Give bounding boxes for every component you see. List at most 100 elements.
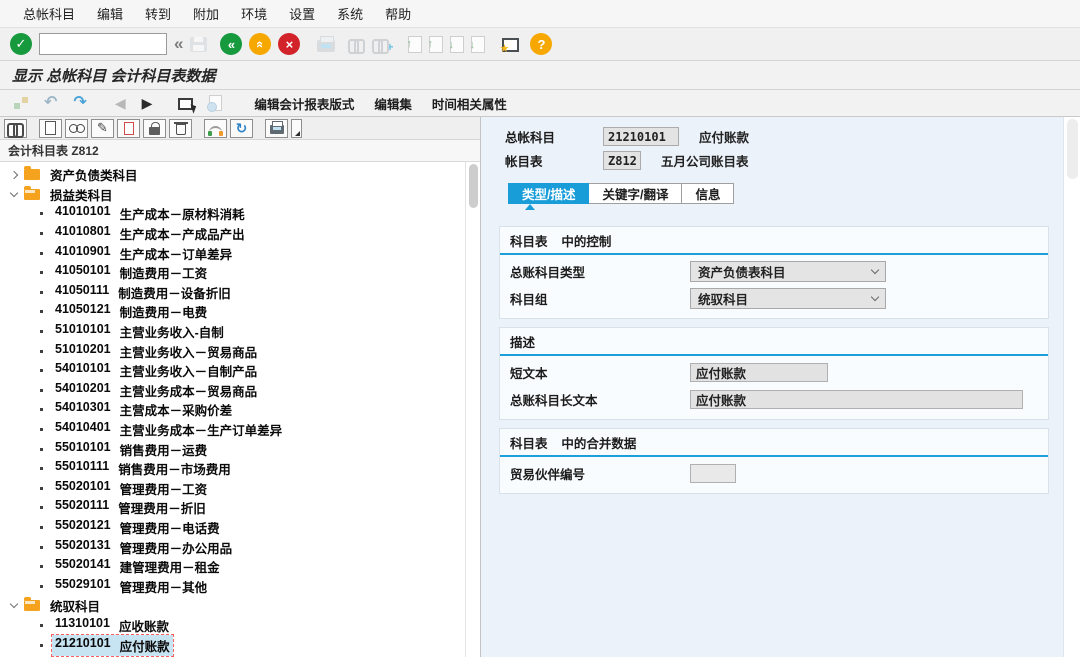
tree-node[interactable]: 统驭科目 bbox=[0, 596, 480, 616]
next-account-icon[interactable]: ▶ bbox=[142, 96, 153, 110]
tree-find-button[interactable] bbox=[4, 119, 27, 138]
tree-node[interactable]: 损益类科目 bbox=[0, 185, 480, 205]
scrollbar-thumb[interactable] bbox=[1067, 119, 1078, 179]
tree-node[interactable]: 55020131 管理费用－办公用品 bbox=[0, 537, 480, 557]
long-text-field[interactable]: 应付账款 bbox=[690, 390, 1023, 409]
gl-account-field[interactable]: 21210101 bbox=[603, 127, 679, 146]
tree-node[interactable]: 41010101 生产成本－原材料消耗 bbox=[0, 204, 480, 224]
cancel-icon[interactable]: × bbox=[278, 33, 300, 55]
save-icon[interactable] bbox=[190, 37, 207, 52]
change-button[interactable]: ✎ bbox=[91, 119, 114, 138]
bullet-icon bbox=[40, 212, 43, 215]
chevron-glyph bbox=[10, 600, 18, 608]
tree-node[interactable]: 41050121 制造费用－电费 bbox=[0, 302, 480, 322]
account-code: 51010101 bbox=[55, 322, 111, 341]
tree-node[interactable]: 55010111 销售费用－市场费用 bbox=[0, 459, 480, 479]
new-session-icon[interactable]: ★ bbox=[502, 38, 519, 52]
menu-item[interactable]: 转到 bbox=[134, 4, 182, 23]
select-value: 统驭科目 bbox=[698, 289, 748, 308]
tree-node[interactable]: 54010301 主营成本－采购价差 bbox=[0, 400, 480, 420]
first-page-icon[interactable]: ↑ bbox=[408, 36, 422, 53]
exit-chevron: « bbox=[253, 40, 268, 47]
enter-icon[interactable]: ✓ bbox=[10, 33, 32, 55]
tree-toolbar: ✎ ↻ bbox=[0, 117, 480, 140]
tree-node[interactable]: 41050111 制造费用－设备折旧 bbox=[0, 283, 480, 303]
menu-item[interactable]: 总帐科目 bbox=[12, 4, 86, 23]
chevron-glyph bbox=[10, 171, 18, 179]
tree-node[interactable]: 41010801 生产成本－产成品产出 bbox=[0, 224, 480, 244]
tree-node[interactable]: 55020121 管理费用－电话费 bbox=[0, 518, 480, 538]
menu-item[interactable]: 帮助 bbox=[374, 4, 422, 23]
tree-node[interactable]: 55029101 管理费用－其他 bbox=[0, 576, 480, 596]
find-next-icon[interactable]: + bbox=[372, 39, 389, 50]
account-name: 销售费用－市场费用 bbox=[118, 459, 231, 478]
back-icon[interactable]: « bbox=[220, 33, 242, 55]
tree-node[interactable]: 54010101 主营业务收入－自制产品 bbox=[0, 361, 480, 381]
chart-of-accounts-field[interactable]: Z812 bbox=[603, 151, 641, 170]
refresh-button[interactable]: ↻ bbox=[230, 119, 253, 138]
tree-node[interactable]: 54010201 主营业务成本－贸易商品 bbox=[0, 381, 480, 401]
tree-scrollbar[interactable] bbox=[465, 162, 480, 657]
detail-scrollbar[interactable] bbox=[1063, 117, 1080, 657]
tree-node[interactable]: 51010101 主营业务收入-自制 bbox=[0, 322, 480, 342]
trading-partner-field[interactable] bbox=[690, 464, 736, 483]
expander-chevron-icon[interactable] bbox=[6, 193, 22, 196]
tree-node[interactable]: 55010101 销售费用－运费 bbox=[0, 439, 480, 459]
collapse-icon[interactable]: « bbox=[174, 34, 183, 54]
display-button[interactable] bbox=[65, 119, 88, 138]
tab[interactable]: 信息 bbox=[682, 183, 734, 204]
chart-of-accounts-title: 会计科目表 Z812 bbox=[8, 142, 99, 159]
account-name: 应收账款 bbox=[119, 616, 169, 635]
form-row: 总账科目长文本 应付账款 bbox=[510, 388, 1038, 410]
next-page-icon[interactable]: ↓ bbox=[450, 36, 464, 53]
account-type-select[interactable]: 资产负债表科目 bbox=[690, 261, 886, 282]
print-icon[interactable] bbox=[317, 40, 335, 52]
document-globe-icon[interactable] bbox=[209, 95, 222, 111]
menu-item[interactable]: 系统 bbox=[326, 4, 374, 23]
previous-account-icon[interactable]: ◀ bbox=[115, 96, 126, 110]
tab[interactable]: 类型/描述 bbox=[508, 183, 589, 204]
assign-button[interactable] bbox=[204, 119, 227, 138]
account-group-select[interactable]: 统驭科目 bbox=[690, 288, 886, 309]
exit-icon[interactable]: « bbox=[249, 33, 271, 55]
tree-node[interactable]: 55020141 建管理费用－租金 bbox=[0, 557, 480, 577]
undo-icon[interactable]: ↶ bbox=[44, 95, 57, 111]
find-icon[interactable] bbox=[348, 39, 365, 50]
redo-icon[interactable]: ↷ bbox=[73, 95, 86, 111]
edit-financial-statement-version-button[interactable]: 编辑会计报表版式 bbox=[252, 92, 356, 115]
delete-button[interactable] bbox=[169, 119, 192, 138]
tree-node[interactable]: 资产负债类科目 bbox=[0, 165, 480, 185]
pencil-icon: ✎ bbox=[97, 120, 108, 136]
tree-node[interactable]: 21210101 应付账款 bbox=[0, 635, 480, 655]
tree-node[interactable]: 54010401 主营业务成本－生产订单差异 bbox=[0, 420, 480, 440]
create-button[interactable] bbox=[39, 119, 62, 138]
tree-node[interactable]: 51010201 主营业务收入－贸易商品 bbox=[0, 341, 480, 361]
tree-node[interactable]: 55020101 管理费用－工资 bbox=[0, 479, 480, 499]
tree-node[interactable]: 41050101 制造费用－工资 bbox=[0, 263, 480, 283]
scrollbar-thumb[interactable] bbox=[469, 164, 478, 208]
tree-node[interactable]: 11310101 应收账款 bbox=[0, 616, 480, 636]
help-icon[interactable]: ? bbox=[530, 33, 552, 55]
tree-node[interactable]: 55020111 管理费用－折旧 bbox=[0, 498, 480, 518]
menu-item[interactable]: 编辑 bbox=[86, 4, 134, 23]
hierarchy-icon[interactable] bbox=[14, 97, 28, 109]
node-label: 55029101 管理费用－其他 bbox=[52, 576, 210, 597]
block-button[interactable] bbox=[143, 119, 166, 138]
menu-item[interactable]: 环境 bbox=[230, 4, 278, 23]
edit-set-button[interactable]: 编辑集 bbox=[372, 92, 414, 115]
command-field[interactable] bbox=[39, 33, 167, 55]
expander-chevron-icon[interactable] bbox=[6, 604, 22, 607]
tab[interactable]: 关键字/翻译 bbox=[589, 183, 682, 204]
tree-node[interactable]: 41010901 生产成本－订单差异 bbox=[0, 243, 480, 263]
expander-chevron-icon[interactable] bbox=[6, 172, 22, 178]
last-page-icon[interactable]: ↓ bbox=[471, 36, 485, 53]
previous-page-icon[interactable]: ↑ bbox=[429, 36, 443, 53]
short-text-field[interactable]: 应付账款 bbox=[690, 363, 828, 382]
table-cursor-icon[interactable] bbox=[178, 98, 193, 110]
menu-item[interactable]: 设置 bbox=[278, 4, 326, 23]
print-options-button[interactable] bbox=[291, 119, 302, 138]
time-dependent-attributes-button[interactable]: 时间相关属性 bbox=[430, 92, 509, 115]
menu-item[interactable]: 附加 bbox=[182, 4, 230, 23]
tree-print-button[interactable] bbox=[265, 119, 288, 138]
copy-button[interactable] bbox=[117, 119, 140, 138]
